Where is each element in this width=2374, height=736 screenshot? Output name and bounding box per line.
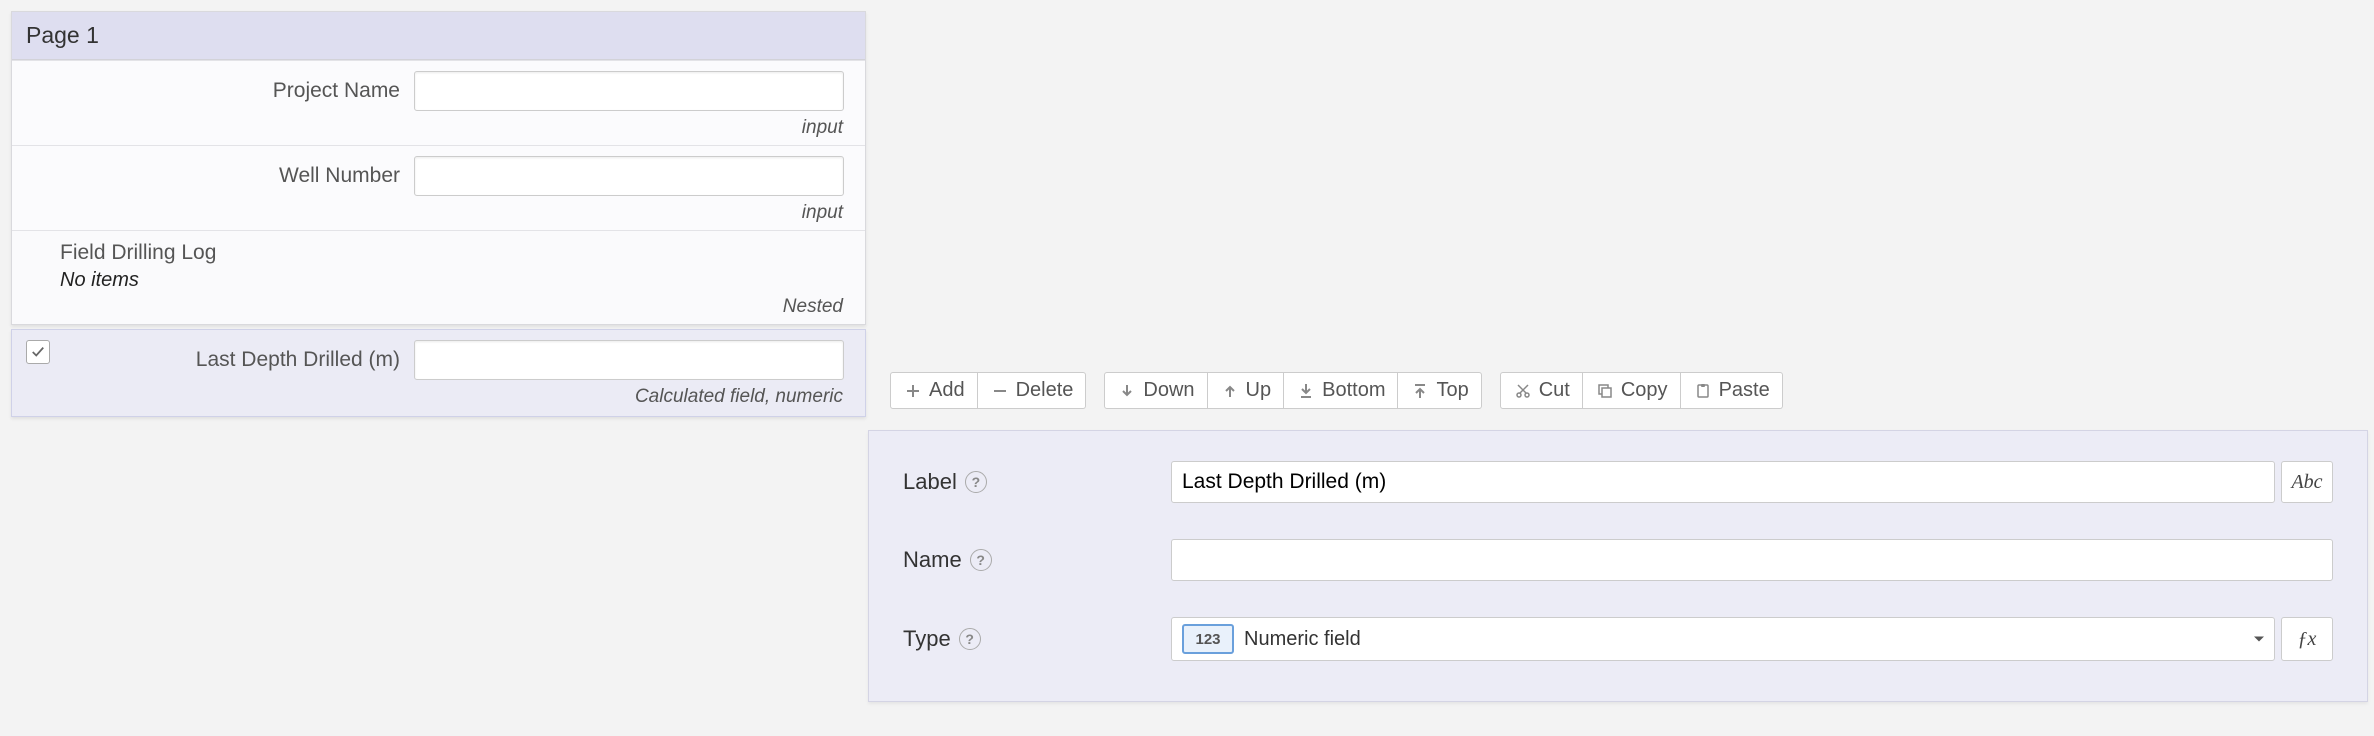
down-button[interactable]: Down [1104, 372, 1207, 409]
page-card: Page 1 Project Name input Well Number [11, 11, 866, 325]
copy-label: Copy [1621, 379, 1668, 402]
check-icon [31, 345, 45, 359]
arrow-to-bottom-icon [1296, 381, 1316, 401]
top-button[interactable]: Top [1398, 372, 1481, 409]
toolbar: Add Delete Down Up Bottom Top [890, 372, 1783, 409]
property-name-title: Name [903, 547, 962, 573]
up-button[interactable]: Up [1208, 372, 1285, 409]
field-caption: input [30, 202, 847, 224]
scissors-icon [1513, 381, 1533, 401]
help-icon[interactable]: ? [965, 471, 987, 493]
arrow-to-top-icon [1410, 381, 1430, 401]
add-label: Add [929, 379, 965, 402]
bottom-label: Bottom [1322, 379, 1385, 402]
nested-caption: Nested [60, 296, 847, 318]
type-select-text: Numeric field [1244, 628, 1361, 651]
nested-group[interactable]: Field Drilling Log No items Nested [12, 230, 865, 324]
well-number-input[interactable] [414, 156, 844, 196]
bottom-button[interactable]: Bottom [1284, 372, 1398, 409]
property-label-title: Label [903, 469, 957, 495]
formula-button[interactable]: ƒx [2281, 617, 2333, 661]
top-label: Top [1436, 379, 1468, 402]
field-caption: input [30, 117, 847, 139]
help-icon[interactable]: ? [970, 549, 992, 571]
up-label: Up [1246, 379, 1272, 402]
field-label: Project Name [30, 79, 400, 103]
arrow-down-icon [1117, 381, 1137, 401]
paste-button[interactable]: Paste [1681, 372, 1783, 409]
form-row[interactable]: Well Number input [12, 145, 865, 230]
copy-button[interactable]: Copy [1583, 372, 1681, 409]
form-row[interactable]: Project Name input [12, 60, 865, 145]
name-input[interactable] [1171, 539, 2333, 581]
cut-button[interactable]: Cut [1500, 372, 1583, 409]
plus-icon [903, 381, 923, 401]
page-title[interactable]: Page 1 [12, 12, 865, 60]
delete-label: Delete [1016, 379, 1074, 402]
down-label: Down [1143, 379, 1194, 402]
project-name-input[interactable] [414, 71, 844, 111]
help-icon[interactable]: ? [959, 628, 981, 650]
numeric-badge-icon: 123 [1182, 624, 1234, 654]
selected-caption: Calculated field, numeric [30, 386, 847, 408]
property-panel: Label ? Abc Name ? Type ? [868, 430, 2368, 702]
field-label: Well Number [30, 164, 400, 188]
minus-icon [990, 381, 1010, 401]
label-input[interactable] [1171, 461, 2275, 503]
chevron-down-icon [2254, 637, 2264, 642]
arrow-up-icon [1220, 381, 1240, 401]
last-depth-input[interactable] [414, 340, 844, 380]
nested-empty-text: No items [60, 269, 847, 292]
nested-title: Field Drilling Log [60, 241, 847, 265]
selected-checkbox[interactable] [26, 340, 50, 364]
abc-button[interactable]: Abc [2281, 461, 2333, 503]
clipboard-icon [1693, 381, 1713, 401]
selected-field-label: Last Depth Drilled (m) [30, 348, 400, 372]
cut-label: Cut [1539, 379, 1570, 402]
add-button[interactable]: Add [890, 372, 978, 409]
copy-icon [1595, 381, 1615, 401]
delete-button[interactable]: Delete [978, 372, 1087, 409]
property-type-title: Type [903, 626, 951, 652]
paste-label: Paste [1719, 379, 1770, 402]
type-select[interactable]: 123 Numeric field [1171, 617, 2275, 661]
selected-field-row[interactable]: Last Depth Drilled (m) Calculated field,… [11, 329, 866, 417]
